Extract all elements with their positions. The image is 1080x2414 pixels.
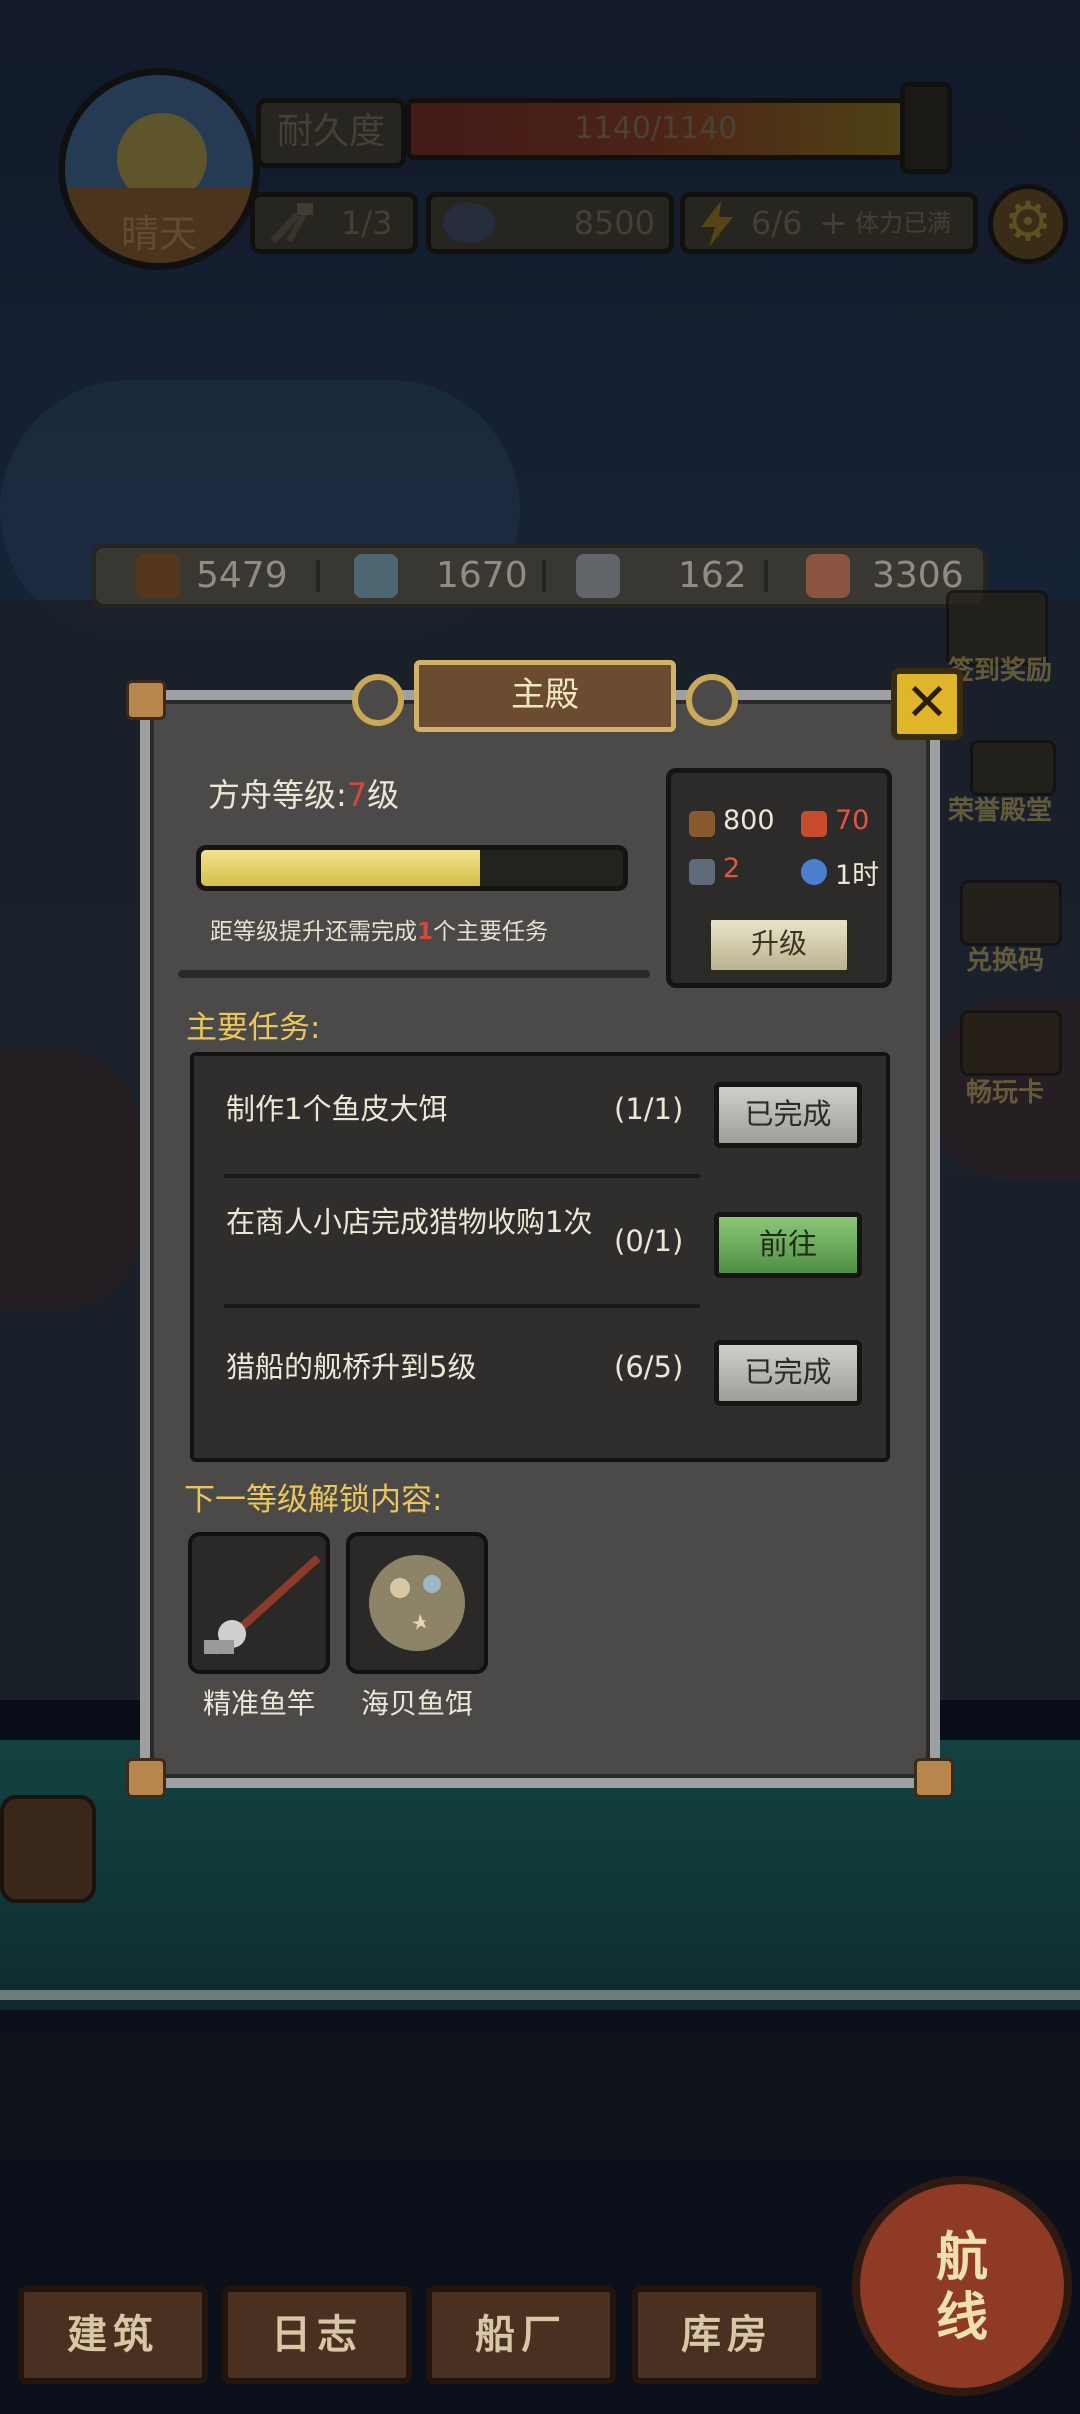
upgrade-requirement: 距等级提升还需完成1个主要任务	[210, 912, 548, 946]
task-done-button[interactable]: 已完成	[714, 1082, 862, 1148]
nav-build-button[interactable]: 建筑	[18, 2286, 208, 2384]
shell-bait-icon	[369, 1555, 465, 1651]
task-list: 制作1个鱼皮大饵 (1/1) 已完成 在商人小店完成猎物收购1次 (0/1) 前…	[190, 1052, 890, 1462]
nav-shipyard-button[interactable]: 船厂	[426, 2286, 616, 2384]
clock-icon	[801, 859, 827, 885]
cost-meat: 70	[835, 805, 870, 836]
task-separator	[224, 1174, 700, 1178]
panel-corner	[126, 680, 166, 720]
level-progress-fill	[201, 850, 480, 886]
task-progress: (6/5)	[614, 1350, 684, 1384]
panel-corner	[126, 1758, 166, 1798]
title-ring-right	[686, 674, 738, 726]
close-icon[interactable]: ✕	[891, 668, 963, 740]
nav-storage-button[interactable]: 库房	[632, 2286, 822, 2384]
task-name: 在商人小店完成猎物收购1次	[226, 1205, 593, 1239]
cost-wood: 800	[723, 805, 775, 836]
requirement-prefix: 距等级提升还需完成	[210, 919, 417, 945]
level-progress-bar	[196, 845, 628, 891]
cost-ore: 2	[723, 853, 741, 884]
upgrade-button[interactable]: 升级	[706, 915, 852, 975]
wood-log-icon	[689, 811, 715, 837]
unlock-title: 下一等级解锁内容:	[184, 1482, 443, 1518]
requirement-count: 1	[417, 919, 434, 945]
task-done-button[interactable]: 已完成	[714, 1340, 862, 1406]
unlock-item-name: 海贝鱼饵	[360, 1687, 473, 1720]
unlock-item-card[interactable]	[188, 1532, 330, 1674]
title-ring-left	[352, 674, 404, 726]
unlock-item-name: 精准鱼竿	[202, 1687, 315, 1720]
requirement-suffix: 个主要任务	[433, 919, 549, 945]
task-progress: (1/1)	[614, 1092, 684, 1126]
cost-time: 1时	[835, 860, 880, 891]
route-button[interactable]: 航 线	[852, 2176, 1072, 2396]
task-progress: (0/1)	[614, 1224, 684, 1258]
ark-level-prefix: 方舟等级:	[208, 776, 347, 814]
meat-icon	[801, 811, 827, 837]
route-label-line2: 线	[935, 2288, 988, 2348]
task-name: 制作1个鱼皮大饵	[226, 1092, 448, 1126]
task-separator	[224, 1304, 700, 1308]
ark-level-value: 7	[346, 776, 368, 814]
unlock-item-card[interactable]	[346, 1532, 488, 1674]
ark-level-suffix: 级	[367, 776, 400, 814]
ore-icon	[689, 859, 715, 885]
task-name: 猎船的舰桥升到5级	[226, 1350, 477, 1384]
panel-corner	[914, 1758, 954, 1798]
nav-log-button[interactable]: 日志	[222, 2286, 412, 2384]
fishing-rod-icon	[204, 1555, 321, 1655]
route-label-line1: 航	[935, 2228, 988, 2288]
panel-title: 主殿	[414, 660, 676, 732]
task-go-button[interactable]: 前往	[714, 1212, 862, 1278]
ark-level: 方舟等级:7级	[208, 770, 399, 816]
divider	[178, 970, 650, 978]
main-tasks-title: 主要任务:	[186, 1010, 321, 1046]
